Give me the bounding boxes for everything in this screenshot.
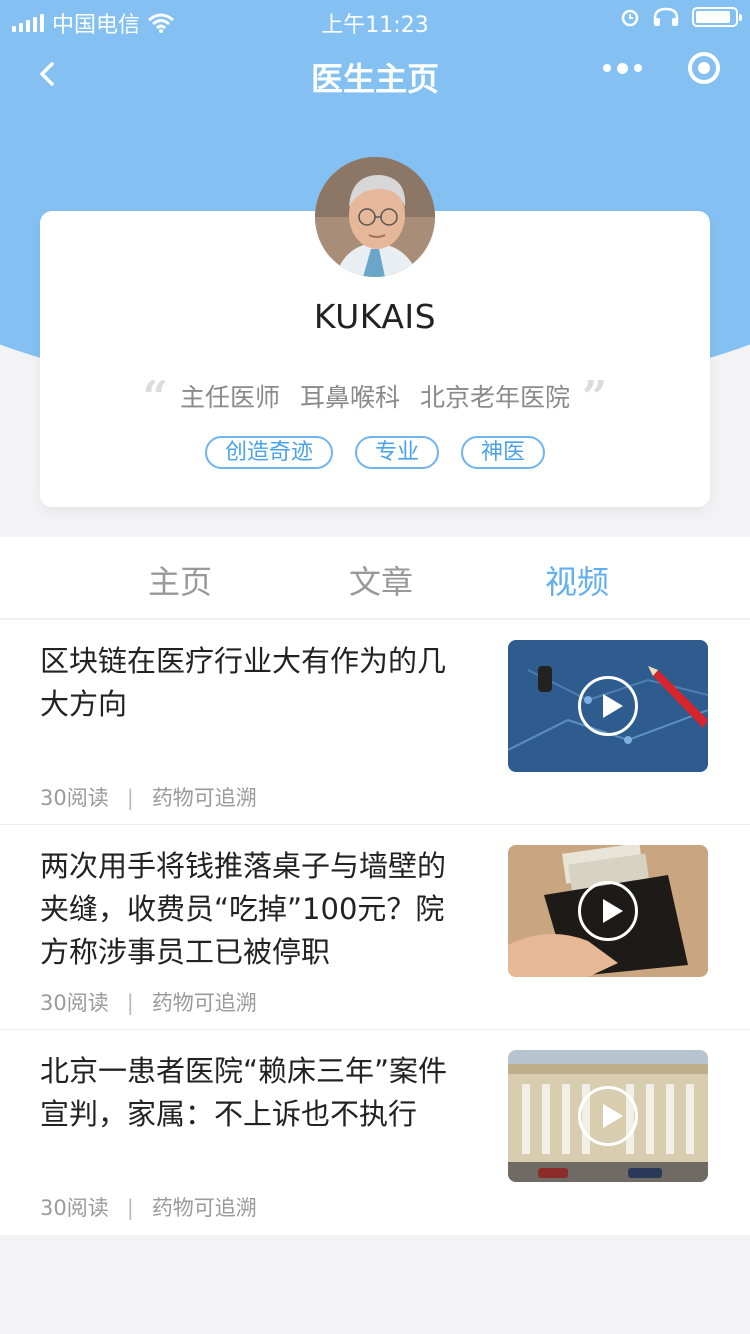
content-tabs: 主页 文章 视频 [0, 537, 750, 619]
more-icon[interactable] [603, 62, 642, 74]
item-source: 药物可追溯 [151, 1196, 257, 1220]
wallet-money-video-thumbnail[interactable] [508, 845, 708, 977]
read-count: 30阅读 [40, 786, 109, 810]
tab-articles[interactable]: 文章 [349, 557, 413, 603]
headphones-icon [653, 7, 679, 26]
play-icon[interactable] [578, 676, 638, 736]
item-meta: 30阅读 | 药物可追溯 [40, 991, 257, 1015]
alarm-icon [621, 9, 639, 27]
doctor-tags: 创造奇迹 专业 神医 [40, 436, 710, 469]
blockchain-video-thumbnail[interactable] [508, 640, 708, 772]
tab-home[interactable]: 主页 [148, 557, 212, 603]
play-icon[interactable] [578, 881, 638, 941]
item-title: 两次用手将钱推落桌子与墙壁的夹缝，收费员“吃掉”100元？院方称涉事员工已被停职 [40, 849, 447, 969]
doctor-portrait-image [315, 157, 435, 277]
list-item[interactable]: 北京一患者医院“赖床三年”案件宣判，家属：不上诉也不执行 30阅读 | 药物可追溯 [0, 1030, 750, 1235]
status-right [620, 7, 742, 27]
hospital-building-video-thumbnail[interactable] [508, 1050, 708, 1182]
close-quote-icon: ” [582, 372, 608, 423]
target-icon[interactable] [688, 52, 720, 84]
doctor-department: 耳鼻喉科 [299, 383, 400, 412]
battery-icon [692, 7, 742, 27]
read-count: 30阅读 [40, 991, 109, 1015]
nav-bar: 医生主页 [0, 40, 750, 108]
play-icon[interactable] [578, 1086, 638, 1146]
list-item[interactable]: 区块链在医疗行业大有作为的几大方向 30阅读 | 药物可追溯 [0, 620, 750, 825]
doctor-name: KUKAIS [313, 297, 437, 336]
doctor-intro: “ 主任医师 耳鼻喉科 北京老年医院 ” [40, 372, 710, 423]
tab-videos[interactable]: 视频 [545, 557, 609, 603]
read-count: 30阅读 [40, 1196, 109, 1220]
tag-badge: 创造奇迹 [204, 436, 333, 469]
item-source: 药物可追溯 [151, 991, 257, 1015]
tag-badge: 神医 [461, 436, 546, 469]
mini-program-capsule [603, 52, 720, 84]
video-list: 区块链在医疗行业大有作为的几大方向 30阅读 | 药物可追溯 两次用手将钱推落桌子与… [0, 620, 750, 1235]
list-item[interactable]: 两次用手将钱推落桌子与墙壁的夹缝，收费员“吃掉”100元？院方称涉事员工已被停职… [0, 825, 750, 1030]
status-bar: 中国电信 上午11:23 [0, 0, 750, 40]
item-title: 北京一患者医院“赖床三年”案件宣判，家属：不上诉也不执行 [40, 1054, 448, 1131]
open-quote-icon: “ [142, 372, 168, 423]
item-source: 药物可追溯 [151, 786, 257, 810]
doctor-title: 主任医师 [179, 383, 280, 412]
item-meta: 30阅读 | 药物可追溯 [40, 786, 257, 810]
avatar [315, 157, 435, 277]
doctor-hospital: 北京老年医院 [420, 383, 571, 412]
doctor-home-screen: 中国电信 上午11:23 医生主页 KUKAIS “ 主任医师 耳鼻喉科 北京老… [0, 0, 750, 1334]
item-title: 区块链在医疗行业大有作为的几大方向 [40, 644, 447, 721]
item-meta: 30阅读 | 药物可追溯 [40, 1196, 257, 1220]
tag-badge: 专业 [354, 436, 439, 469]
